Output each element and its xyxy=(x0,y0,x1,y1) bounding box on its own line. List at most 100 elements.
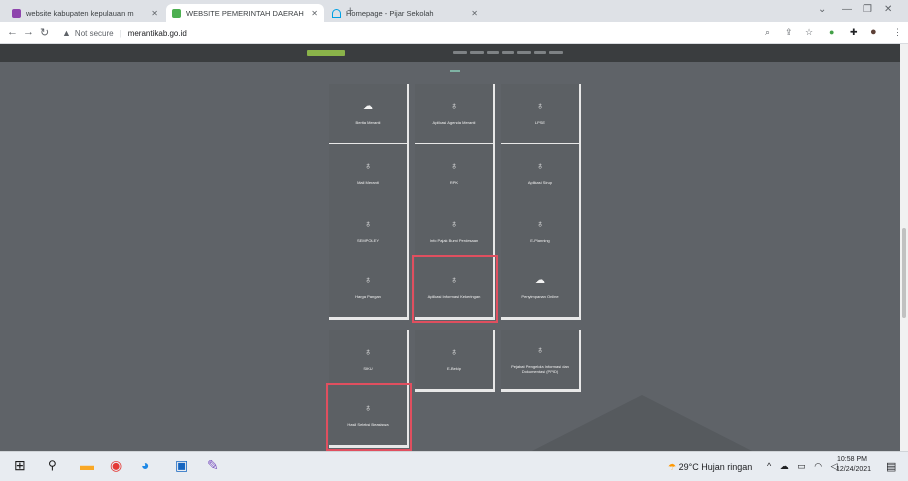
paint-icon[interactable]: ✎ xyxy=(207,458,219,472)
onedrive-icon[interactable]: ☁ xyxy=(780,461,792,471)
file-explorer-icon[interactable]: ▬ xyxy=(80,458,94,472)
app-card-label: E-Planning xyxy=(530,238,550,243)
site-logo[interactable] xyxy=(307,50,345,56)
cloud-outline-icon: ☁ xyxy=(535,275,545,286)
bulb-icon: ♁ xyxy=(536,219,544,230)
nav-link-5[interactable] xyxy=(517,51,531,54)
app-card-label: Penyimpanan Online xyxy=(521,294,559,299)
security-label[interactable]: Not secure xyxy=(75,29,114,38)
section-indicator xyxy=(450,70,460,72)
bulb-icon: ♁ xyxy=(450,161,458,172)
app-card[interactable]: ♁ Pejabat Pengelola Informasi dan Dokumen… xyxy=(501,330,581,392)
search-icon[interactable]: ⚲ xyxy=(48,458,57,472)
profile-avatar-icon[interactable]: ● xyxy=(870,26,877,38)
weather-widget[interactable]: ☂ 29°C Hujan ringan xyxy=(668,462,752,473)
app-card[interactable]: ♁ Aplikasi Sirup xyxy=(501,144,581,206)
app-card-label: LPSE xyxy=(534,120,546,125)
tab-search-chevron-icon[interactable]: ⌄ xyxy=(818,4,826,15)
bulb-icon: ♁ xyxy=(364,161,372,172)
purple-favicon-icon xyxy=(12,8,21,18)
app-card-label: Berita Meranti xyxy=(355,120,381,125)
scrollbar-thumb[interactable] xyxy=(902,228,906,318)
wifi-icon[interactable]: ◠ xyxy=(814,461,825,471)
menu-kebab-icon[interactable]: ⋮ xyxy=(893,27,902,38)
url-text[interactable]: merantikab.go.id xyxy=(128,29,187,38)
app-card[interactable]: ♁ SEMPOLEY xyxy=(329,202,409,264)
nav-link-6[interactable] xyxy=(534,51,546,54)
window-close-icon[interactable]: ✕ xyxy=(884,4,892,15)
bulb-icon: ♁ xyxy=(450,347,458,358)
bulb-icon: ♁ xyxy=(536,101,544,112)
address-bar[interactable]: ▲ Not secure | merantikab.go.id xyxy=(62,25,822,41)
close-icon[interactable]: ✕ xyxy=(151,9,158,18)
site-header xyxy=(0,44,900,62)
forward-icon[interactable]: → xyxy=(23,26,34,38)
app-card-label: Aplikasi Informasi Kekeringan xyxy=(427,294,481,299)
bulb-icon: ♁ xyxy=(450,275,458,286)
address-divider: | xyxy=(119,28,122,38)
browser-tab-1[interactable]: website kabupaten kepulauan m ✕ xyxy=(6,4,164,22)
nav-link-4[interactable] xyxy=(502,51,514,54)
app-card-label: Mail Meranti xyxy=(357,180,379,185)
notification-icon[interactable]: ▤ xyxy=(886,460,896,473)
app-card[interactable]: ☁ Penyimpanan Online xyxy=(501,258,581,320)
app-card[interactable]: ♁ Mail Meranti xyxy=(329,144,409,206)
close-icon[interactable]: ✕ xyxy=(311,9,318,18)
warning-icon[interactable]: ▲ xyxy=(62,28,71,38)
app-card-label: Pejabat Pengelola Informasi dan Dokument… xyxy=(511,363,569,374)
weather-text: 29°C Hujan ringan xyxy=(678,462,753,472)
share-icon[interactable]: ⇪ xyxy=(785,27,793,38)
decorative-triangle xyxy=(532,395,752,451)
zoom-icon[interactable]: ⌕ xyxy=(765,27,770,38)
system-tray[interactable]: ^ ☁ ▭ ◠ ◁ xyxy=(767,461,841,472)
app-card-label: E-Bekip xyxy=(446,366,461,371)
clock-time[interactable]: 10:58 PM xyxy=(836,456,868,463)
bulb-icon: ♁ xyxy=(536,344,544,356)
bulb-icon: ♁ xyxy=(364,403,372,414)
word-icon[interactable]: ▣ xyxy=(175,458,188,472)
bookmark-star-icon[interactable]: ☆ xyxy=(805,27,813,38)
bulb-icon: ♁ xyxy=(364,347,372,358)
arc-favicon-icon xyxy=(332,8,341,18)
app-card-label: Hasil Seleksi Beasiswa xyxy=(347,422,389,427)
nav-link-7[interactable] xyxy=(549,51,563,54)
back-icon[interactable]: ← xyxy=(7,26,18,38)
cloud-icon: ☁ xyxy=(363,101,373,112)
app-card-label: Aplikasi Agenda Meranti xyxy=(432,120,476,125)
close-icon[interactable]: ✕ xyxy=(471,9,478,18)
chevron-up-icon[interactable]: ^ xyxy=(767,461,774,471)
app-card[interactable]: ♁ Aplikasi Agenda Meranti xyxy=(415,84,495,146)
windows-start-icon[interactable]: ⊞ xyxy=(14,458,26,472)
bulb-icon: ♁ xyxy=(450,101,458,112)
app-card[interactable]: ♁ Harga Pangan xyxy=(329,258,409,320)
extension-icon[interactable]: ● xyxy=(829,27,834,37)
app-card-label: SEMPOLEY xyxy=(356,238,379,243)
tab-gap-39 xyxy=(194,4,206,22)
tab-title: Homepage - Pijar Sekolah xyxy=(346,8,434,18)
battery-icon[interactable]: ▭ xyxy=(797,461,809,471)
clock-date[interactable]: 12/24/2021 xyxy=(836,466,871,473)
nav-link-2[interactable] xyxy=(470,51,484,54)
nav-link-1[interactable] xyxy=(453,51,467,54)
app-card[interactable]: ♁ LPSE xyxy=(501,84,581,146)
bulb-icon: ♁ xyxy=(364,219,372,230)
bulb-icon: ♁ xyxy=(364,275,372,286)
app-card[interactable]: ♁ Hasil Seleksi Beasiswa xyxy=(326,383,412,451)
app-card[interactable]: ♁ Info Pajak Bumi Perdesaan xyxy=(415,202,495,264)
restore-icon[interactable]: ❐ xyxy=(863,4,872,15)
new-tab-button[interactable]: + xyxy=(347,5,353,17)
app-card[interactable]: ♁ E-Planning xyxy=(501,202,581,264)
minimize-icon[interactable]: — xyxy=(842,4,852,15)
tab-gap-40 xyxy=(177,4,189,22)
app-card[interactable]: ☁ Berita Meranti xyxy=(329,84,409,146)
edge-icon[interactable]: ◕ xyxy=(141,458,149,472)
app-card-label: RPK xyxy=(449,180,459,185)
chrome-icon[interactable]: ◉ xyxy=(110,458,122,472)
reload-icon[interactable]: ↻ xyxy=(40,26,49,39)
extensions-puzzle-icon[interactable]: ✚ xyxy=(850,27,858,38)
app-card[interactable]: ♁ RPK xyxy=(415,144,495,206)
nav-link-3[interactable] xyxy=(487,51,499,54)
app-card[interactable]: ♁ E-Bekip xyxy=(415,330,495,392)
app-card[interactable]: ♁ Aplikasi Informasi Kekeringan xyxy=(412,255,498,323)
app-card[interactable]: ♁ SIKU xyxy=(329,330,409,392)
